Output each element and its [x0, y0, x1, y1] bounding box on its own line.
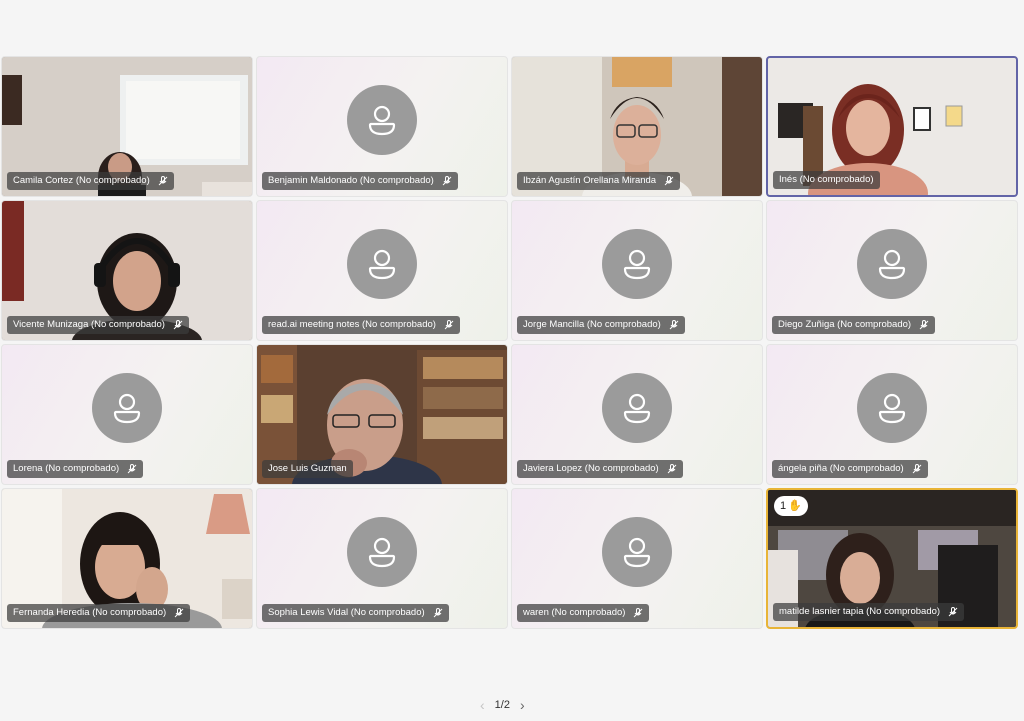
participant-name: Inés (No comprobado)	[779, 174, 874, 185]
participant-nameplate: Benjamin Maldonado (No comprobado)	[262, 172, 458, 190]
participant-nameplate: Jose Luis Guzman	[262, 460, 353, 478]
mic-off-icon	[174, 608, 184, 618]
participant-name: Javiera Lopez (No comprobado)	[523, 463, 659, 474]
participant-name: Ibzán Agustín Orellana Miranda	[523, 175, 657, 186]
avatar	[602, 516, 672, 587]
raised-hand-icon: ✋	[788, 500, 802, 512]
participant-name: Fernanda Heredia (No comprobado)	[13, 607, 167, 618]
participant-name: Benjamin Maldonado (No comprobado)	[268, 175, 434, 186]
participant-name: Camila Cortez (No comprobado)	[13, 175, 150, 186]
mic-off-icon	[667, 464, 677, 474]
participant-nameplate: ángela piña (No comprobado)	[772, 460, 928, 478]
participant-tile[interactable]: Diego Zuñiga (No comprobado)	[766, 200, 1018, 341]
avatar	[347, 516, 417, 587]
chevron-right-icon[interactable]: ›	[520, 697, 525, 713]
participant-tile[interactable]: Jose Luis Guzman	[256, 344, 508, 485]
mic-off-icon	[919, 320, 929, 330]
person-icon	[368, 249, 396, 279]
person-icon	[623, 393, 651, 423]
participant-name: Diego Zuñiga (No comprobado)	[778, 319, 912, 330]
mic-off-icon	[444, 320, 454, 330]
participant-name: Jose Luis Guzman	[268, 463, 347, 474]
participant-tile[interactable]: Jorge Mancilla (No comprobado)	[511, 200, 763, 341]
mic-off-icon	[633, 608, 643, 618]
mic-off-icon	[442, 176, 452, 186]
person-icon	[623, 249, 651, 279]
avatar	[857, 228, 927, 299]
participant-tile[interactable]: Ibzán Agustín Orellana Miranda	[511, 56, 763, 197]
person-icon	[368, 537, 396, 567]
participant-name: matilde lasnier tapia (No comprobado)	[779, 606, 941, 617]
participant-tile[interactable]: Javiera Lopez (No comprobado)	[511, 344, 763, 485]
participant-nameplate: Vicente Munizaga (No comprobado)	[7, 316, 189, 334]
mic-off-icon	[173, 320, 183, 330]
participant-tile[interactable]: Benjamin Maldonado (No comprobado)	[256, 56, 508, 197]
participant-nameplate: waren (No comprobado)	[517, 604, 650, 622]
participant-nameplate: Camila Cortez (No comprobado)	[7, 172, 174, 190]
avatar	[602, 372, 672, 443]
participant-nameplate: read.ai meeting notes (No comprobado)	[262, 316, 460, 334]
mic-off-icon	[433, 608, 443, 618]
person-icon	[878, 249, 906, 279]
participant-tile[interactable]: Fernanda Heredia (No comprobado)	[1, 488, 253, 629]
participant-tile[interactable]: Sophia Lewis Vidal (No comprobado)	[256, 488, 508, 629]
participant-nameplate: matilde lasnier tapia (No comprobado)	[773, 603, 965, 621]
participant-tile-speaking[interactable]: Inés (No comprobado)	[766, 56, 1018, 197]
mic-off-icon	[948, 607, 958, 617]
avatar	[92, 372, 162, 443]
participant-nameplate: Ibzán Agustín Orellana Miranda	[517, 172, 681, 190]
participant-name: read.ai meeting notes (No comprobado)	[268, 319, 436, 330]
chevron-left-icon[interactable]: ‹	[480, 697, 485, 713]
mic-off-icon	[669, 320, 679, 330]
participant-nameplate: Jorge Mancilla (No comprobado)	[517, 316, 685, 334]
mic-off-icon	[664, 176, 674, 186]
participant-tile[interactable]: Vicente Munizaga (No comprobado)	[1, 200, 253, 341]
participant-nameplate: Javiera Lopez (No comprobado)	[517, 460, 683, 478]
participant-tile[interactable]: read.ai meeting notes (No comprobado)	[256, 200, 508, 341]
participant-tile[interactable]: waren (No comprobado)	[511, 488, 763, 629]
participant-name: ángela piña (No comprobado)	[778, 463, 904, 474]
participant-nameplate: Fernanda Heredia (No comprobado)	[7, 604, 191, 622]
participant-name: Jorge Mancilla (No comprobado)	[523, 319, 661, 330]
participant-name: Lorena (No comprobado)	[13, 463, 120, 474]
participant-nameplate: Sophia Lewis Vidal (No comprobado)	[262, 604, 449, 622]
participant-tile[interactable]: Lorena (No comprobado)	[1, 344, 253, 485]
avatar	[602, 228, 672, 299]
participant-tile[interactable]: ángela piña (No comprobado)	[766, 344, 1018, 485]
mic-off-icon	[158, 176, 168, 186]
page-indicator: 1/2	[494, 699, 510, 711]
person-icon	[113, 393, 141, 423]
person-icon	[878, 393, 906, 423]
avatar	[347, 84, 417, 155]
participant-tile-hand-raised[interactable]: 1 ✋ matilde lasnier tapia (No comprobado…	[766, 488, 1018, 629]
participant-name: Vicente Munizaga (No comprobado)	[13, 319, 165, 330]
avatar	[857, 372, 927, 443]
person-icon	[368, 105, 396, 135]
avatar	[347, 228, 417, 299]
video-grid: Camila Cortez (No comprobado) Benjamin M…	[1, 56, 1018, 629]
gallery-pager: ‹ 1/2 ›	[480, 697, 525, 713]
mic-off-icon	[127, 464, 137, 474]
participant-nameplate: Diego Zuñiga (No comprobado)	[772, 316, 936, 334]
participant-nameplate: Inés (No comprobado)	[773, 171, 880, 189]
raised-hand-count: 1	[780, 500, 787, 512]
person-icon	[623, 537, 651, 567]
participant-tile[interactable]: Camila Cortez (No comprobado)	[1, 56, 253, 197]
mic-off-icon	[912, 464, 922, 474]
raised-hand-badge: 1 ✋	[774, 496, 808, 516]
participant-nameplate: Lorena (No comprobado)	[7, 460, 144, 478]
participant-name: waren (No comprobado)	[523, 607, 626, 618]
participant-name: Sophia Lewis Vidal (No comprobado)	[268, 607, 425, 618]
